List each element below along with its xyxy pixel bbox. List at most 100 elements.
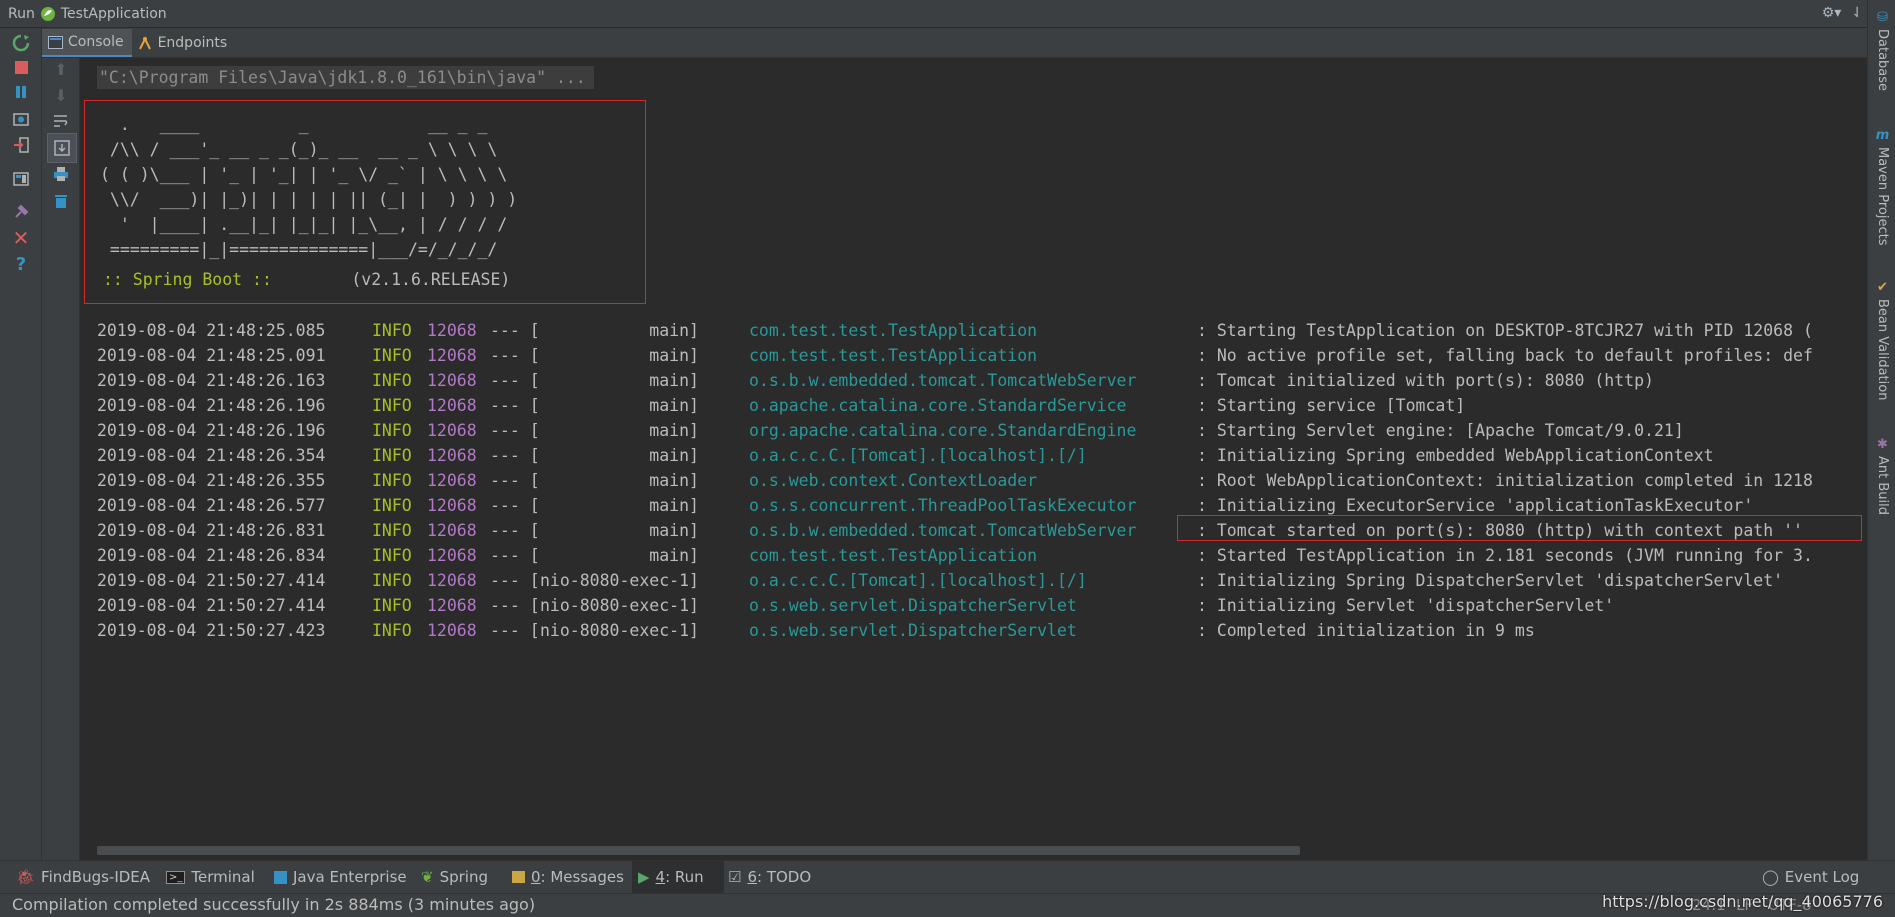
rerun-icon: [12, 34, 30, 52]
log-message: : Completed initialization in 9 ms: [1197, 621, 1535, 640]
log-pid: 12068: [427, 546, 477, 565]
terminal-tab[interactable]: >_ Terminal: [160, 861, 261, 893]
bean-validation-icon: ✔: [1877, 280, 1888, 295]
status-message[interactable]: Compilation completed successfully in 2s…: [12, 894, 535, 916]
tab-endpoints[interactable]: Endpoints: [132, 29, 236, 57]
maven-projects-tab[interactable]: m Maven Projects: [1875, 128, 1890, 246]
log-level: INFO: [372, 371, 412, 390]
database-tab-label: Database: [1875, 29, 1890, 92]
stop-icon: [14, 60, 28, 74]
log-date: 2019-08-04 21:48:25.091: [97, 346, 326, 365]
messages-icon: [512, 871, 525, 883]
messages-tab[interactable]: 0: Messages: [506, 861, 630, 893]
terminal-tab-label: Terminal: [191, 868, 255, 886]
console-toolbar: ⬆ ⬇: [42, 58, 80, 860]
log-level: INFO: [372, 421, 412, 440]
run-text: : Run: [665, 868, 704, 886]
tomcat-started-highlight-box: [1177, 515, 1862, 541]
print-button[interactable]: [50, 163, 72, 185]
soft-wrap-button[interactable]: [50, 110, 72, 132]
scroll-up-button[interactable]: ⬆: [50, 58, 72, 80]
pause-button[interactable]: [10, 81, 32, 103]
ant-build-tab[interactable]: ✱ Ant Build: [1875, 437, 1890, 515]
console-output[interactable]: "C:\Program Files\Java\jdk1.8.0_161\bin\…: [80, 58, 1867, 860]
stop-button[interactable]: [10, 56, 32, 78]
log-message: : Started TestApplication in 2.181 secon…: [1197, 546, 1813, 565]
log-message: : Initializing Servlet 'dispatcherServle…: [1197, 596, 1615, 615]
log-level: INFO: [372, 446, 412, 465]
log-pid: 12068: [427, 496, 477, 515]
horizontal-scrollbar[interactable]: [97, 846, 1300, 855]
log-separator: --- [: [490, 546, 540, 565]
banner-line: ( ( )\___ | '_ | '_| | '_ \/ _` | \ \ \ …: [100, 165, 508, 184]
banner-line: ' |____| .__|_| |_|_| |_\__, | / / / /: [100, 215, 508, 234]
pause-icon: [16, 86, 26, 98]
exit-button[interactable]: [10, 134, 32, 156]
close-icon: ✕: [12, 226, 30, 250]
log-date: 2019-08-04 21:48:25.085: [97, 321, 326, 340]
tab-console[interactable]: Console: [42, 29, 132, 57]
log-separator: --- [: [490, 446, 540, 465]
log-date: 2019-08-04 21:50:27.414: [97, 596, 326, 615]
event-log-tab[interactable]: ◯ Event Log: [1756, 861, 1865, 893]
log-logger: com.test.test.TestApplication: [749, 346, 1038, 365]
findbugs-tab[interactable]: 🐞︎ FindBugs-IDEA: [10, 861, 156, 893]
arrow-up-icon: ⬆: [54, 59, 68, 79]
settings-gear-icon[interactable]: ⚙▾: [1822, 5, 1842, 21]
tool-window-bar: 🐞︎ FindBugs-IDEA >_ Terminal Java Enterp…: [0, 860, 1895, 893]
log-logger: org.apache.catalina.core.StandardEngine: [749, 421, 1137, 440]
spring-leaf-icon: ❦: [421, 868, 434, 886]
log-logger: o.apache.catalina.core.StandardService: [749, 396, 1127, 415]
log-date: 2019-08-04 21:48:26.196: [97, 421, 326, 440]
todo-text: : TODO: [757, 868, 812, 886]
clear-all-button[interactable]: [50, 190, 72, 212]
log-thread: main]: [540, 396, 699, 415]
log-separator: --- [: [490, 321, 540, 340]
scroll-to-end-button[interactable]: [47, 133, 77, 163]
log-level: INFO: [372, 396, 412, 415]
run-tab[interactable]: ▶ 4: Run: [632, 861, 724, 893]
log-pid: 12068: [427, 571, 477, 590]
rerun-button[interactable]: [10, 32, 32, 54]
log-message: : Starting Servlet engine: [Apache Tomca…: [1197, 421, 1684, 440]
run-title-bar: Run TestApplication ⚙▾ ⇃ —: [0, 0, 1895, 28]
todo-tab[interactable]: ☑ 6: TODO: [722, 861, 817, 893]
tab-console-label: Console: [68, 34, 124, 50]
log-separator: --- [: [490, 496, 540, 515]
log-separator: --- [: [490, 471, 540, 490]
arrow-down-icon: ⬇: [54, 85, 68, 105]
java-enterprise-tab[interactable]: Java Enterprise: [268, 861, 413, 893]
log-thread: main]: [540, 496, 699, 515]
log-thread: main]: [540, 446, 699, 465]
log-logger: o.s.b.w.embedded.tomcat.TomcatWebServer: [749, 371, 1137, 390]
database-tab[interactable]: ⛁ Database: [1875, 10, 1890, 91]
findbugs-tab-label: FindBugs-IDEA: [41, 868, 151, 886]
close-button[interactable]: ✕: [10, 226, 32, 250]
bean-validation-tab-label: Bean Validation: [1875, 299, 1890, 401]
log-thread: main]: [540, 346, 699, 365]
right-tool-strip: ⛁ Database m Maven Projects ✔ Bean Valid…: [1867, 0, 1895, 860]
log-level: INFO: [372, 596, 412, 615]
log-logger: o.s.b.w.embedded.tomcat.TomcatWebServer: [749, 521, 1137, 540]
help-button[interactable]: ?: [10, 253, 32, 275]
layout-button[interactable]: [10, 168, 32, 190]
scroll-down-button[interactable]: ⬇: [50, 84, 72, 106]
pin-tab-button[interactable]: [10, 201, 32, 223]
bean-validation-tab[interactable]: ✔ Bean Validation: [1875, 280, 1890, 400]
status-bar: Compilation completed successfully in 2s…: [0, 892, 1895, 917]
log-separator: --- [: [490, 421, 540, 440]
camera-icon: [13, 113, 29, 126]
log-thread: nio-8080-exec-1]: [540, 621, 699, 640]
pin-icon[interactable]: ⇃: [1851, 5, 1863, 21]
ant-build-tab-label: Ant Build: [1875, 456, 1890, 515]
log-thread: main]: [540, 471, 699, 490]
log-logger: o.s.s.concurrent.ThreadPoolTaskExecutor: [749, 496, 1137, 515]
dump-threads-button[interactable]: [10, 108, 32, 130]
tab-endpoints-label: Endpoints: [157, 35, 228, 51]
spring-tab[interactable]: ❦ Spring: [415, 861, 494, 893]
log-date: 2019-08-04 21:50:27.423: [97, 621, 326, 640]
maven-tab-label: Maven Projects: [1875, 147, 1890, 246]
log-date: 2019-08-04 21:48:26.163: [97, 371, 326, 390]
banner-line: . ____ _ __ _ _: [100, 115, 488, 134]
log-message: : Initializing Spring embedded WebApplic…: [1197, 446, 1714, 465]
